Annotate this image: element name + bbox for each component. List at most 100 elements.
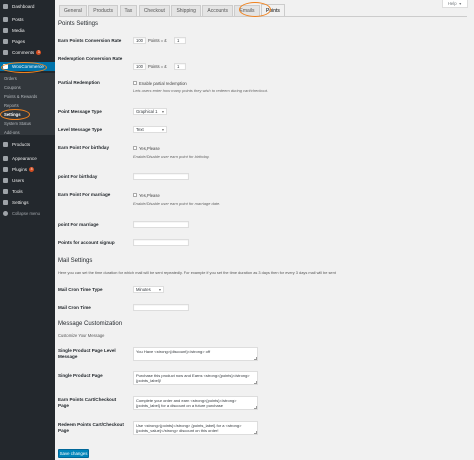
tab-tax[interactable]: Tax [119, 5, 138, 16]
tab-points[interactable]: Points [261, 4, 285, 16]
submenu-item-orders[interactable]: Orders [0, 75, 55, 82]
sidebar-item-label: Plugins [12, 167, 28, 172]
earn-marriage-hint: Enable/Disable user earn point for marri… [133, 201, 221, 206]
sidebar-item-appearance[interactable]: Appearance [0, 154, 55, 163]
single-level-message-value: You Have <strong>{discount}</strong> off [136, 349, 211, 355]
admin-sidebar: Dashboard Posts Media Pages Comments 3 Wo… [0, 0, 55, 460]
tab-shipping[interactable]: Shipping [171, 5, 201, 16]
sidebar-item-woocommerce[interactable]: WooCommerce [0, 62, 55, 71]
redeem-cart-label: Redeem Points Cart/Checkout Page [58, 422, 124, 433]
sidebar-item-comments[interactable]: Comments 3 [0, 48, 55, 57]
earn-cart-value: Complete your order and earn <strong>{po… [136, 398, 237, 409]
tab-checkout[interactable]: Checkout [138, 5, 170, 16]
sidebar-item-label: Comments [12, 50, 35, 55]
plugins-icon [3, 167, 8, 172]
sidebar-item-plugins[interactable]: Plugins 4 [0, 165, 55, 174]
save-changes-button[interactable]: Save changes [58, 449, 89, 458]
point-birthday-label: point For birthday [58, 174, 98, 179]
redeem-rate-separator: Points = £ [148, 64, 167, 69]
earn-birthday-checkbox-label: Yes,Please [139, 146, 160, 151]
resize-handle-icon[interactable] [254, 381, 257, 384]
message-customization-subtitle: Customize Your Message [58, 333, 105, 338]
submenu-item-add-ons[interactable]: Add-ons [0, 129, 55, 136]
sidebar-item-label: Appearance [12, 156, 37, 161]
select-arrow-icon: ▼ [161, 127, 165, 132]
dashboard-icon [3, 4, 8, 9]
earn-birthday-hint: Enable/Disable user earn point for birth… [133, 154, 210, 159]
sidebar-item-label: Dashboard [12, 4, 35, 9]
collapse-menu-button[interactable]: Collapse menu [0, 209, 55, 218]
sidebar-item-users[interactable]: Users [0, 176, 55, 185]
sidebar-item-pages[interactable]: Pages [0, 37, 55, 46]
redeem-points-input[interactable]: 100 [133, 63, 146, 70]
earn-currency-input[interactable]: 1 [174, 37, 186, 44]
collapse-icon [3, 211, 8, 216]
tab-products[interactable]: Products [88, 5, 119, 16]
comment-icon [3, 50, 8, 55]
redeem-cart-value: Use <strong>{points}</strong> {points_la… [136, 423, 242, 434]
plugins-count-badge: 4 [29, 167, 35, 172]
tab-divider [59, 16, 467, 17]
point-birthday-input[interactable] [133, 173, 189, 180]
sidebar-item-label: Products [12, 142, 31, 147]
level-message-type-select[interactable]: Text ▼ [133, 126, 167, 133]
sidebar-item-label: WooCommerce [12, 64, 44, 69]
sidebar-item-products[interactable]: Products [0, 140, 55, 149]
submenu-item-points-rewards[interactable]: Points & Rewards [0, 93, 55, 100]
help-button[interactable]: Help ▼ [441, 0, 468, 8]
page-icon [3, 39, 8, 44]
redeem-rate-label: Redemption Conversion Rate [58, 56, 123, 61]
submenu-item-reports[interactable]: Reports [0, 102, 55, 109]
point-message-type-label: Point Message Type [58, 109, 102, 114]
redeem-cart-textarea[interactable]: Use <strong>{points}</strong> {points_la… [133, 421, 258, 435]
submenu-item-coupons[interactable]: Coupons [0, 84, 55, 91]
tab-general[interactable]: General [59, 5, 87, 16]
resize-handle-icon[interactable] [254, 431, 257, 434]
submenu-item-settings[interactable]: Settings [0, 111, 55, 118]
mail-cron-time-input[interactable] [133, 304, 189, 311]
single-product-page-label: Single Product Page [58, 373, 103, 378]
users-icon [3, 178, 8, 183]
single-product-page-textarea[interactable]: Purchase this product now and Earns <str… [133, 371, 258, 385]
earn-birthday-label: Earn Point For birthday [58, 145, 110, 150]
help-label: Help [447, 1, 457, 6]
comments-count-badge: 3 [36, 50, 42, 55]
sidebar-item-posts[interactable]: Posts [0, 15, 55, 24]
mail-cron-type-label: Mail Cron Time Type [58, 287, 103, 292]
point-message-type-value: Graphical 1 [136, 109, 158, 114]
partial-redemption-checkbox[interactable] [133, 81, 137, 85]
earn-cart-textarea[interactable]: Complete your order and earn <strong>{po… [133, 396, 258, 410]
single-level-message-textarea[interactable]: You Have <strong>{discount}</strong> off [133, 347, 258, 361]
point-marriage-label: point For marriage [58, 222, 99, 227]
mail-settings-title: Mail Settings [58, 258, 93, 264]
earn-marriage-checkbox-label: Yes,Please [139, 193, 160, 198]
sidebar-item-label: Pages [12, 39, 26, 44]
level-message-type-label: Level Message Type [58, 127, 103, 132]
tab-emails[interactable]: Emails [234, 5, 260, 16]
partial-redemption-label: Partial Redemption [58, 80, 100, 85]
redeem-currency-input[interactable]: 1 [174, 63, 186, 70]
points-settings-title: Points Settings [58, 21, 99, 27]
point-marriage-input[interactable] [133, 221, 189, 228]
sidebar-item-settings[interactable]: Settings [0, 198, 55, 207]
tools-icon [3, 189, 8, 194]
earn-marriage-checkbox[interactable] [133, 193, 137, 197]
earn-birthday-checkbox[interactable] [133, 146, 137, 150]
level-message-type-value: Text [136, 127, 144, 132]
resize-handle-icon[interactable] [254, 357, 257, 360]
caret-down-icon: ▼ [458, 1, 462, 6]
points-signup-input[interactable] [133, 239, 189, 246]
submenu-item-system-status[interactable]: System Status [0, 120, 55, 127]
tab-accounts[interactable]: Accounts [202, 5, 233, 16]
earn-points-input[interactable]: 100 [133, 37, 146, 44]
resize-handle-icon[interactable] [254, 406, 257, 409]
mail-cron-type-select[interactable]: Minutes ▼ [133, 286, 164, 293]
sidebar-item-media[interactable]: Media [0, 26, 55, 35]
earn-cart-label: Earn Points Cart/Checkout Page [58, 397, 117, 408]
earn-rate-separator: Points = £ [148, 38, 167, 43]
sidebar-item-dashboard[interactable]: Dashboard [0, 2, 55, 11]
settings-icon [3, 200, 8, 205]
single-level-message-label: Single Product Page Level Message [58, 348, 116, 359]
sidebar-item-tools[interactable]: Tools [0, 187, 55, 196]
point-message-type-select[interactable]: Graphical 1 ▼ [133, 108, 167, 115]
